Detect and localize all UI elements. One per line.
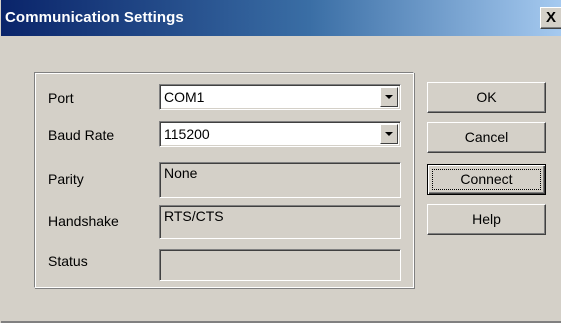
connect-button[interactable]: Connect <box>427 164 546 195</box>
communication-settings-dialog: Communication Settings X Port COM1 Baud … <box>0 0 561 323</box>
port-label: Port <box>48 90 74 106</box>
port-dropdown-chevron-down-icon[interactable] <box>380 87 398 107</box>
baud-rate-label: Baud Rate <box>48 127 115 143</box>
baud-rate-value: 115200 <box>164 126 210 142</box>
port-value: COM1 <box>164 89 205 105</box>
title-bar[interactable]: Communication Settings X <box>1 0 561 36</box>
ok-button[interactable]: OK <box>427 82 546 113</box>
handshake-value: RTS/CTS <box>164 208 224 224</box>
parity-field: None <box>159 162 401 198</box>
close-icon: X <box>546 9 557 26</box>
baud-rate-dropdown-chevron-down-icon[interactable] <box>380 124 398 144</box>
handshake-label: Handshake <box>48 213 119 229</box>
focus-rect <box>432 169 541 190</box>
cancel-button[interactable]: Cancel <box>427 122 546 153</box>
parity-label: Parity <box>48 171 84 187</box>
handshake-field: RTS/CTS <box>159 205 401 239</box>
baud-rate-combobox[interactable]: 115200 <box>159 121 401 147</box>
port-combobox[interactable]: COM1 <box>159 84 401 110</box>
status-field <box>159 249 401 281</box>
help-button[interactable]: Help <box>427 204 546 235</box>
parity-value: None <box>164 165 198 181</box>
status-label: Status <box>48 253 88 269</box>
close-button[interactable]: X <box>540 7 561 29</box>
window-title: Communication Settings <box>5 9 184 26</box>
